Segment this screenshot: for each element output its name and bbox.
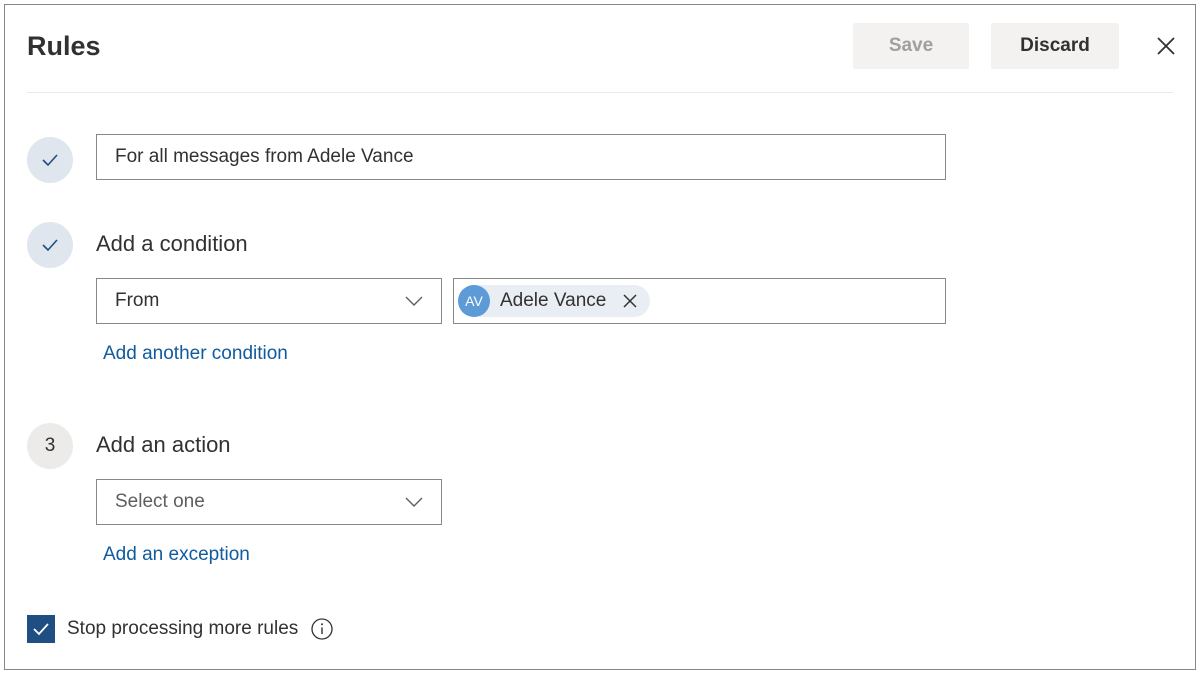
close-icon [1157,37,1175,55]
action-dropdown-value: Select one [115,491,205,512]
avatar: AV [458,285,490,317]
action-dropdown[interactable]: Select one [96,479,442,525]
step-2-status [27,222,73,268]
chevron-down-icon [405,497,423,507]
people-picker[interactable]: AV Adele Vance [453,278,946,324]
page-title: Rules [27,31,101,61]
stop-processing-checkbox[interactable] [27,615,55,643]
header-divider [27,92,1173,93]
step-1-status [27,137,73,183]
panel-header: Rules Save Discard [5,5,1195,93]
condition-dropdown-value: From [115,290,160,311]
checkmark-icon [42,239,58,252]
chevron-down-icon [405,296,423,306]
checkmark-icon [33,623,49,636]
persona-name: Adele Vance [500,290,607,311]
action-heading: Add an action [96,432,231,457]
info-button[interactable] [310,617,334,641]
save-button[interactable]: Save [853,23,969,69]
condition-heading: Add a condition [96,231,248,256]
stop-processing-option: Stop processing more rules [27,615,334,643]
condition-dropdown[interactable]: From [96,278,442,324]
persona-chip[interactable]: AV Adele Vance [458,285,651,317]
info-icon [311,618,333,640]
close-button[interactable] [1151,31,1181,61]
step-3-number: 3 [27,423,73,469]
rules-panel: Rules Save Discard Add a condition From … [4,4,1196,670]
step-number: 3 [44,435,56,456]
add-exception-link[interactable]: Add an exception [103,544,250,566]
stop-processing-label: Stop processing more rules [67,618,299,639]
discard-button[interactable]: Discard [991,23,1119,69]
add-another-condition-link[interactable]: Add another condition [103,343,288,365]
close-icon [623,294,637,308]
checkmark-icon [42,154,58,167]
rule-name-input[interactable] [96,134,946,180]
remove-person-button[interactable] [622,293,638,309]
